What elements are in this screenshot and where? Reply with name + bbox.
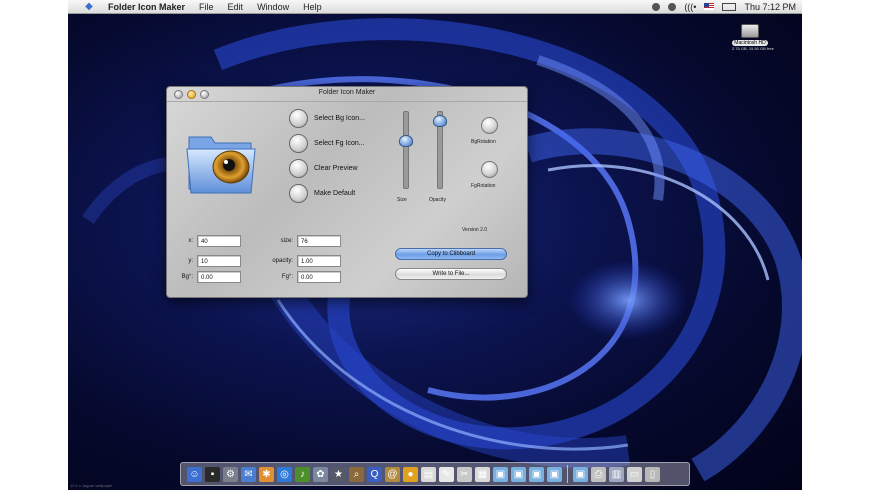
wallpaper-credit: 10.2.x Jaguar wallpaper [70, 483, 113, 488]
folder-preview-icon [186, 136, 256, 194]
window-titlebar[interactable]: Folder Icon Maker [167, 87, 527, 102]
textedit-icon[interactable]: ✎ [439, 466, 454, 482]
opacity-field[interactable]: 1.00 [297, 255, 341, 267]
select-bg-icon-button[interactable]: Select Bg Icon... [289, 109, 365, 128]
fg-angle-label: Fg°: [281, 274, 293, 280]
select-fg-icon-radio[interactable] [289, 134, 308, 153]
network-icon[interactable]: ▥ [609, 466, 624, 482]
sherlock-icon[interactable]: ⌕ [349, 466, 364, 482]
mail-icon[interactable]: ✉ [241, 466, 256, 482]
menu-help[interactable]: Help [303, 2, 322, 12]
menu-app[interactable]: Folder Icon Maker [108, 2, 185, 12]
monitor-icon[interactable]: ▭ [627, 466, 642, 482]
y-field[interactable]: 10 [197, 255, 241, 267]
folder-icon-maker-icon[interactable]: ● [403, 466, 418, 482]
calendar-icon[interactable]: ▦ [475, 466, 490, 482]
menu-edit[interactable]: Edit [228, 2, 244, 12]
make-default-button[interactable]: Make Default [289, 184, 355, 203]
bg-angle-field[interactable]: 0.00 [197, 271, 241, 283]
y-label: y: [188, 258, 193, 264]
addressbook-icon[interactable]: @ [385, 466, 400, 482]
size-field[interactable]: 76 [297, 235, 341, 247]
size-slider-thumb[interactable] [399, 135, 413, 148]
bg-angle-label: Bg°: [181, 274, 193, 280]
folder-icon-maker-window: Folder Icon Maker Select Bg Icon... Sele… [166, 86, 528, 298]
script-editor-icon[interactable]: ✂ [457, 466, 472, 482]
fg-rotation-label: FgRotation [471, 183, 496, 189]
volume-icon[interactable] [668, 2, 677, 11]
desktop-drive[interactable]: Macintosh HD 2.75 GB, 15.50 GB free [732, 24, 774, 51]
pictures-folder-icon[interactable]: ▣ [529, 466, 544, 482]
size-slider-label: Size [397, 197, 407, 203]
bg-rotation-knob[interactable] [481, 117, 498, 134]
movies-folder-icon[interactable]: ▣ [547, 466, 562, 482]
iphoto-icon[interactable]: ✿ [313, 466, 328, 482]
bg-rotation-label: BgRotation [471, 139, 496, 145]
quicktime-icon[interactable]: Q [367, 466, 382, 482]
applications-folder-icon[interactable]: ▣ [493, 466, 508, 482]
hard-drive-icon[interactable] [741, 24, 759, 38]
clear-preview-label: Clear Preview [314, 165, 358, 172]
system-preferences-icon[interactable]: ⚙ [223, 466, 238, 482]
opacity-slider[interactable] [433, 111, 447, 189]
size-label: size: [280, 238, 293, 244]
fg-rotation-knob[interactable] [481, 161, 498, 178]
write-to-file-button[interactable]: Write to File... [395, 268, 507, 280]
input-menu-flag-icon[interactable] [704, 3, 715, 10]
make-default-radio[interactable] [289, 184, 308, 203]
trash-icon[interactable]: ▯ [645, 466, 660, 482]
select-bg-icon-label: Select Bg Icon... [314, 115, 365, 122]
preview-icon[interactable]: ▤ [421, 466, 436, 482]
documents-folder-icon[interactable]: ▣ [511, 466, 526, 482]
finder-icon[interactable]: ☺ [187, 466, 202, 482]
music-folder-icon[interactable]: ▣ [573, 466, 588, 482]
opacity-label: opacity: [272, 258, 293, 264]
select-fg-icon-label: Select Fg Icon... [314, 140, 365, 147]
menu-window[interactable]: Window [257, 2, 289, 12]
desktop: ◆ Folder Icon Maker File Edit Window Hel… [68, 0, 802, 490]
make-default-label: Make Default [314, 190, 356, 197]
safari-icon[interactable]: ◎ [277, 466, 292, 482]
size-slider[interactable] [399, 111, 413, 189]
menu-clock[interactable]: Thu 7:12 PM [744, 2, 796, 12]
clear-preview-radio[interactable] [289, 159, 308, 178]
ichat-icon[interactable]: ✱ [259, 466, 274, 482]
fg-angle-field[interactable]: 0.00 [297, 271, 341, 283]
window-title: Folder Icon Maker [318, 89, 376, 96]
itunes-icon[interactable]: ♪ [295, 466, 310, 482]
terminal-icon[interactable]: ▪ [205, 466, 220, 482]
copy-to-clipboard-button[interactable]: Copy to Clibboard [395, 248, 507, 260]
menu-bar: ◆ Folder Icon Maker File Edit Window Hel… [68, 0, 802, 14]
version-label: Version 2.0 [462, 227, 488, 233]
dock: ☺ ▪ ⚙ ✉ ✱ ◎ ♪ ✿ ★ ⌕ Q @ ● ▤ ✎ ✂ ▦ ▣ ▣ ▣ ▣ ▣ ⎙ ▥ ▭ ▯ [180, 462, 690, 486]
drive-info: 2.75 GB, 15.50 GB free [732, 46, 774, 51]
apple-icon[interactable]: ◆ [84, 1, 94, 12]
menu-extras: (((• Thu 7:12 PM [652, 0, 796, 13]
display-icon[interactable] [652, 2, 661, 11]
select-bg-icon-radio[interactable] [289, 109, 308, 128]
x-field[interactable]: 40 [197, 235, 241, 247]
select-fg-icon-button[interactable]: Select Fg Icon... [289, 134, 365, 153]
airport-status[interactable]: (((• [684, 2, 696, 12]
x-label: x: [188, 238, 193, 244]
dock-separator [567, 465, 568, 483]
printer-icon[interactable]: ⎙ [591, 466, 606, 482]
opacity-slider-label: Opacity [429, 197, 446, 203]
imovie-icon[interactable]: ★ [331, 466, 346, 482]
clear-preview-button[interactable]: Clear Preview [289, 159, 358, 178]
battery-icon[interactable] [722, 2, 737, 11]
menu-file[interactable]: File [199, 2, 214, 12]
opacity-slider-thumb[interactable] [433, 115, 447, 128]
